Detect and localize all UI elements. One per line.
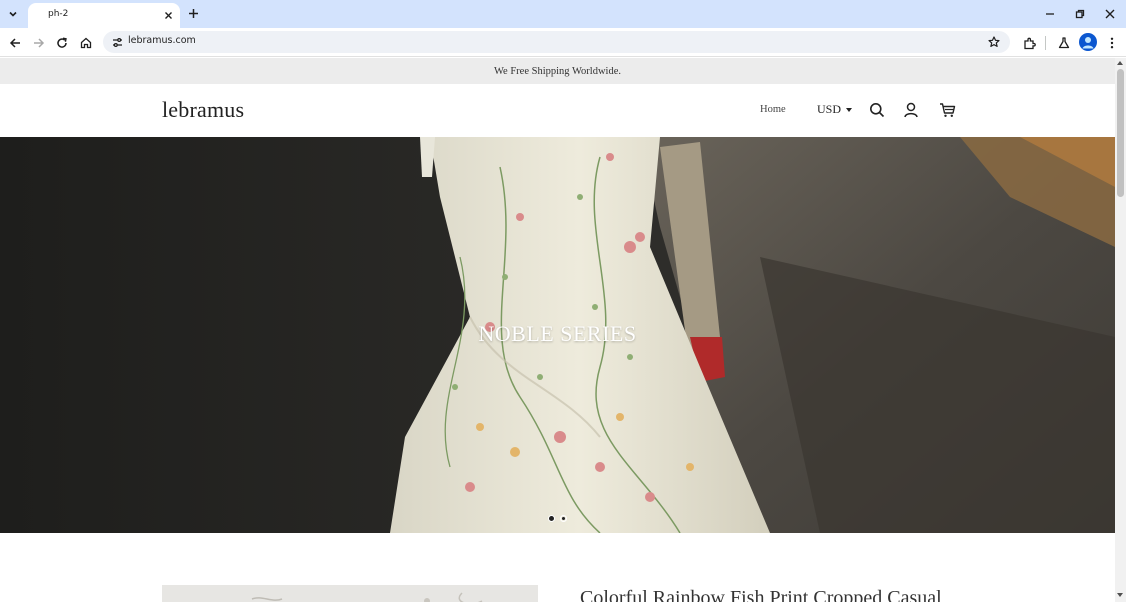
minimize-button[interactable] (1042, 6, 1058, 22)
profile-button[interactable] (1079, 33, 1097, 51)
site-logo[interactable]: lebramus (162, 97, 244, 123)
scroll-up-arrow-icon[interactable] (1117, 61, 1123, 65)
caret-down-icon (846, 107, 853, 112)
page-viewport: We Free Shipping Worldwide. lebramus Hom… (0, 58, 1115, 602)
currency-selector[interactable]: USD (817, 102, 853, 117)
currency-value: USD (817, 102, 842, 116)
announcement-text: We Free Shipping Worldwide. (493, 65, 621, 77)
announcement-bar: We Free Shipping Worldwide. (0, 58, 1115, 84)
labs-icon (1058, 37, 1070, 49)
new-tab-button[interactable] (186, 6, 200, 20)
extensions-button[interactable] (1020, 34, 1038, 52)
plus-icon (188, 8, 198, 18)
labs-button[interactable] (1055, 34, 1073, 52)
restore-icon (1075, 9, 1085, 19)
reload-icon (57, 37, 67, 48)
bookmark-button[interactable] (986, 34, 1002, 50)
toolbar-divider (1045, 36, 1046, 50)
page-scrollbar[interactable] (1115, 58, 1126, 602)
cart-icon (939, 103, 955, 117)
extensions-icon (1023, 37, 1036, 49)
site-info-icon (112, 37, 122, 47)
site-header: lebramus Home USD (0, 84, 1115, 137)
browser-tab-bar: ph-2 (0, 0, 1126, 28)
search-button[interactable] (868, 101, 886, 119)
tab-close-button[interactable] (161, 8, 175, 22)
home-button[interactable] (77, 34, 95, 52)
tab-search-button[interactable] (4, 5, 22, 23)
close-window-button[interactable] (1102, 6, 1118, 22)
scroll-thumb[interactable] (1117, 69, 1124, 197)
forward-icon (34, 38, 45, 48)
reload-button[interactable] (53, 34, 71, 52)
slide-dot-1[interactable] (548, 515, 555, 522)
hero-slideshow[interactable]: NOBLE SERIES (0, 137, 1115, 533)
product-photo (162, 585, 538, 602)
tab-title: ph-2 (48, 9, 69, 19)
close-icon (164, 11, 172, 19)
slide-dot-2-center (562, 517, 565, 520)
url-text[interactable]: lebramus.com (128, 35, 196, 46)
product-title[interactable]: Colorful Rainbow Fish Print Cropped Casu… (580, 587, 942, 602)
close-icon (1105, 9, 1115, 19)
cart-button[interactable] (938, 101, 956, 119)
back-icon (9, 38, 20, 48)
address-bar[interactable]: lebramus.com (103, 31, 1010, 53)
restore-button[interactable] (1072, 6, 1088, 22)
back-button[interactable] (6, 34, 24, 52)
home-icon (80, 37, 92, 49)
nav-home-link[interactable]: Home (760, 104, 786, 115)
chevron-down-icon (9, 11, 17, 17)
star-icon (988, 36, 1000, 47)
browser-toolbar: lebramus.com (0, 28, 1126, 57)
browser-tab[interactable]: ph-2 (28, 3, 180, 28)
scroll-down-arrow-icon[interactable] (1117, 593, 1123, 597)
forward-button[interactable] (30, 34, 48, 52)
minimize-icon (1046, 13, 1054, 15)
slide-dot-2[interactable] (560, 515, 567, 522)
account-button[interactable] (902, 101, 920, 119)
search-icon (870, 103, 885, 118)
hero-title: NOBLE SERIES (478, 321, 637, 346)
profile-icon (1082, 37, 1094, 49)
product-image[interactable] (162, 585, 538, 602)
site-info-button[interactable] (110, 35, 124, 49)
more-menu-button[interactable] (1103, 34, 1121, 52)
more-icon (1110, 37, 1114, 49)
account-icon (904, 102, 918, 118)
